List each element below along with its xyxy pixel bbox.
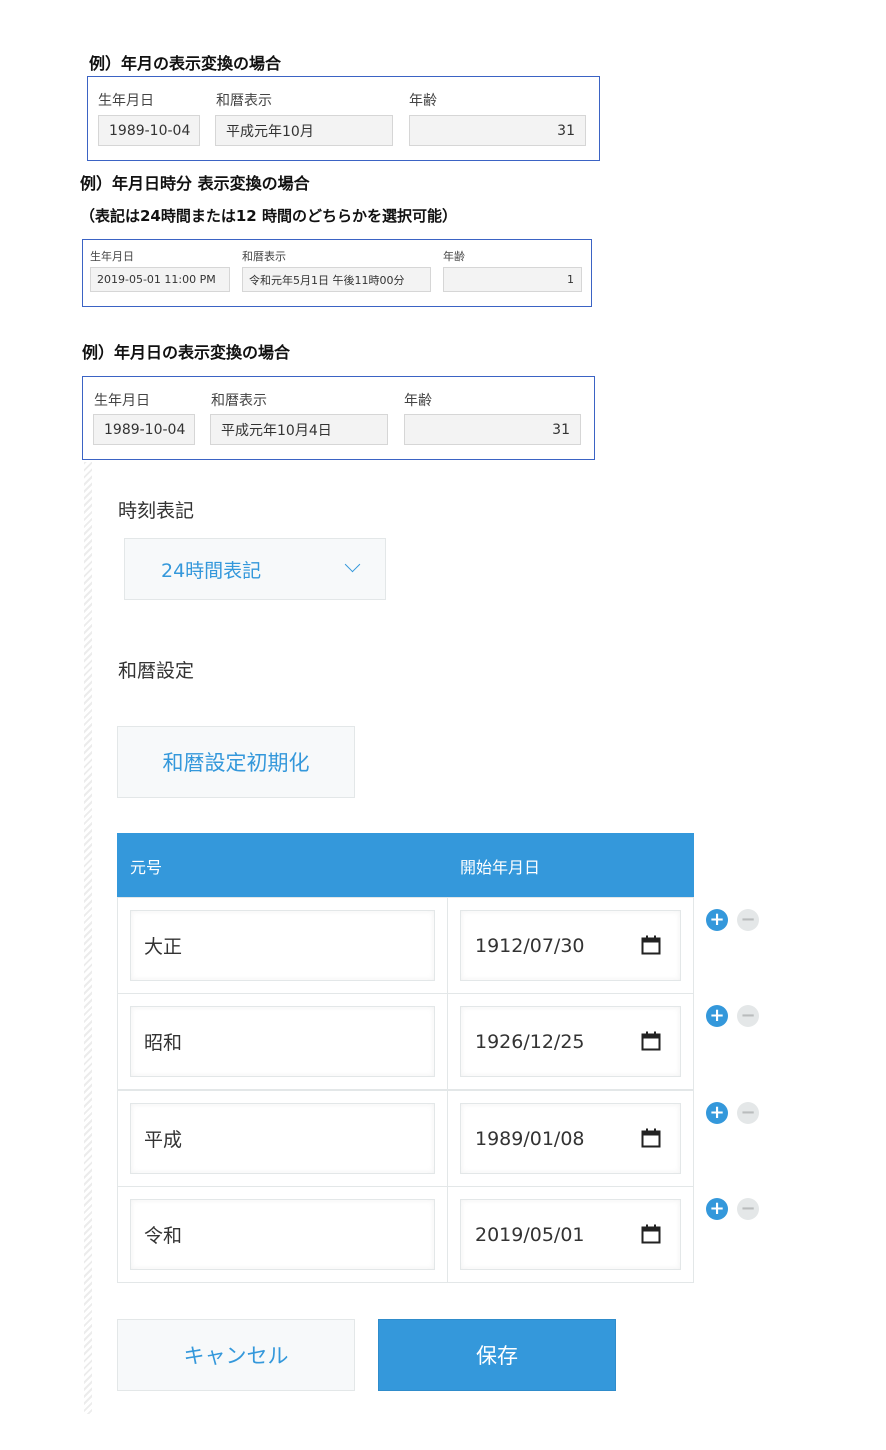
example-ymd-heading: 例）年月日の表示変換の場合 xyxy=(82,343,291,362)
remove-row-button[interactable]: − xyxy=(737,1005,759,1027)
era-start-date-value: 1926/12/25 xyxy=(475,1030,585,1053)
table-row: 平成 1989/01/08 xyxy=(117,1090,694,1187)
add-row-button[interactable]: + xyxy=(706,1005,728,1027)
era-start-date-input[interactable]: 1912/07/30 xyxy=(460,910,681,981)
era-start-date-input[interactable]: 1989/01/08 xyxy=(460,1103,681,1174)
era-settings-label: 和暦設定 xyxy=(118,660,195,682)
example-ymdhm-heading: 例）年月日時分 表示変換の場合 xyxy=(80,174,310,193)
remove-row-button[interactable]: − xyxy=(737,1102,759,1124)
calendar-icon[interactable] xyxy=(641,1224,661,1244)
column-divider xyxy=(447,1091,448,1186)
table-row: 令和 2019/05/01 xyxy=(117,1186,694,1283)
time-format-dropdown[interactable]: 24時間表記 xyxy=(124,538,386,600)
era-start-date-value: 2019/05/01 xyxy=(475,1223,585,1246)
era-column-header: 元号 xyxy=(130,858,163,877)
settings-panel-border xyxy=(84,462,92,1414)
birth-label: 生年月日 xyxy=(90,250,134,263)
remove-row-button[interactable]: − xyxy=(737,909,759,931)
birth-field: 2019-05-01 11:00 PM xyxy=(90,267,230,292)
birth-label: 生年月日 xyxy=(94,393,150,409)
era-start-date-input[interactable]: 1926/12/25 xyxy=(460,1006,681,1077)
era-name-input[interactable]: 大正 xyxy=(130,910,435,981)
wareki-field: 平成元年10月 xyxy=(215,115,393,146)
chevron-down-icon xyxy=(344,556,361,573)
cancel-button[interactable]: キャンセル xyxy=(117,1319,355,1391)
time-format-label: 時刻表記 xyxy=(118,500,195,522)
age-field: 1 xyxy=(443,267,582,292)
age-field: 31 xyxy=(409,115,586,146)
column-divider xyxy=(447,1187,448,1282)
calendar-icon[interactable] xyxy=(641,1128,661,1148)
wareki-field: 令和元年5月1日 午後11時00分 xyxy=(242,267,431,292)
column-divider xyxy=(447,994,448,1089)
era-reset-button[interactable]: 和暦設定初期化 xyxy=(117,726,355,798)
birth-field: 1989-10-04 xyxy=(98,115,200,146)
add-row-button[interactable]: + xyxy=(706,1102,728,1124)
example-ymdhm-box: 生年月日 和暦表示 年齢 2019-05-01 11:00 PM 令和元年5月1… xyxy=(82,239,592,307)
example-ymdhm-subheading: （表記は24時間または12 時間のどちらかを選択可能） xyxy=(80,207,457,225)
era-name-input[interactable]: 平成 xyxy=(130,1103,435,1174)
save-button[interactable]: 保存 xyxy=(378,1319,616,1391)
birth-label: 生年月日 xyxy=(98,93,154,109)
calendar-icon[interactable] xyxy=(641,935,661,955)
example-ymd-box: 生年月日 和暦表示 年齢 1989-10-04 平成元年10月4日 31 xyxy=(82,376,595,460)
era-name-input[interactable]: 昭和 xyxy=(130,1006,435,1077)
wareki-label: 和暦表示 xyxy=(242,250,286,263)
table-row: 大正 1912/07/30 xyxy=(117,897,694,994)
era-name-input[interactable]: 令和 xyxy=(130,1199,435,1270)
age-label: 年齢 xyxy=(443,250,465,263)
era-start-date-input[interactable]: 2019/05/01 xyxy=(460,1199,681,1270)
add-row-button[interactable]: + xyxy=(706,909,728,931)
example-ym-box: 生年月日 和暦表示 年齢 1989-10-04 平成元年10月 31 xyxy=(87,76,600,161)
column-divider xyxy=(447,898,448,993)
age-label: 年齢 xyxy=(409,93,437,109)
age-label: 年齢 xyxy=(404,393,432,409)
wareki-label: 和暦表示 xyxy=(216,93,272,109)
wareki-field: 平成元年10月4日 xyxy=(210,414,388,445)
calendar-icon[interactable] xyxy=(641,1031,661,1051)
age-field: 31 xyxy=(404,414,581,445)
era-table-header: 元号 開始年月日 xyxy=(117,833,694,897)
era-start-date-value: 1989/01/08 xyxy=(475,1127,585,1150)
start-date-column-header: 開始年月日 xyxy=(460,858,541,877)
wareki-label: 和暦表示 xyxy=(211,393,267,409)
time-format-selected: 24時間表記 xyxy=(161,560,262,582)
remove-row-button[interactable]: − xyxy=(737,1198,759,1220)
era-start-date-value: 1912/07/30 xyxy=(475,934,585,957)
birth-field: 1989-10-04 xyxy=(93,414,195,445)
example-ym-heading: 例）年月の表示変換の場合 xyxy=(89,54,282,73)
table-row: 昭和 1926/12/25 xyxy=(117,993,694,1090)
add-row-button[interactable]: + xyxy=(706,1198,728,1220)
